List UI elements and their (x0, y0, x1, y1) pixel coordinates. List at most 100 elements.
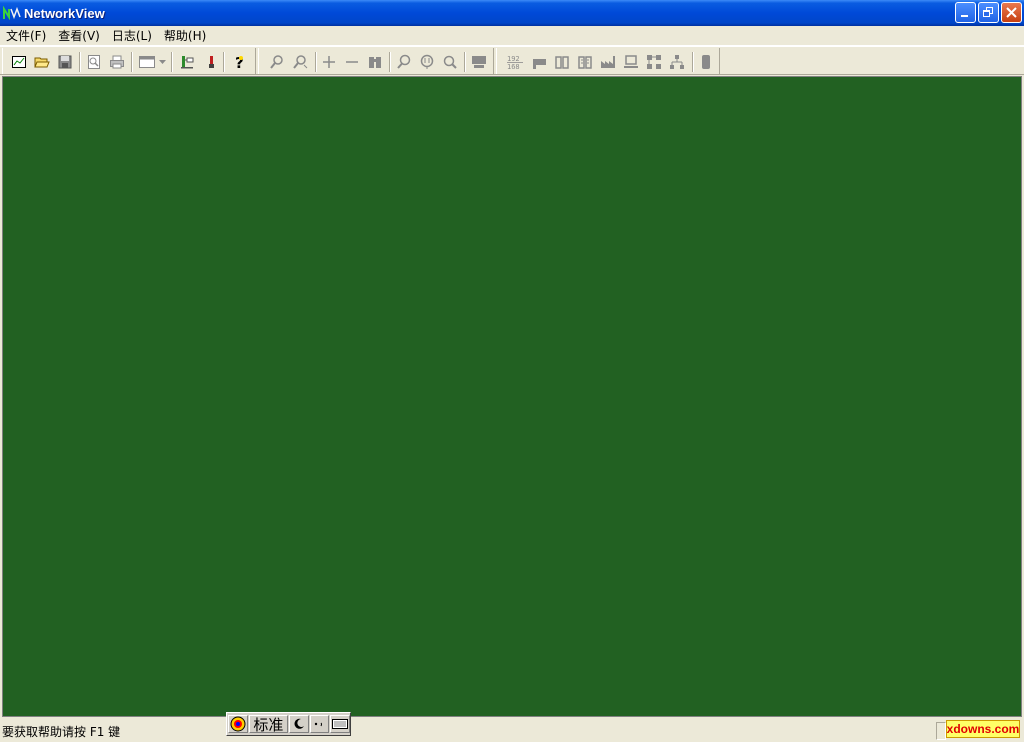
toolbar-separator (464, 52, 466, 72)
restore-icon (983, 7, 993, 17)
status-bar: 要获取帮助请按 F1 键 (0, 719, 1024, 742)
zoom-fit-icon (443, 55, 457, 69)
svg-text:?: ? (235, 54, 244, 70)
factory-icon (601, 56, 615, 68)
ime-halfwidth-button[interactable] (288, 715, 309, 733)
book-edit-button[interactable] (575, 52, 595, 72)
new-map-icon (12, 56, 26, 68)
print-button[interactable] (107, 52, 127, 72)
help-icon: ? (235, 54, 244, 70)
toolbar-separator (223, 52, 225, 72)
restore-button[interactable] (978, 2, 999, 23)
book-edit-icon (578, 56, 592, 69)
close-icon (1006, 7, 1017, 18)
window-title: NetworkView (24, 5, 105, 21)
open-button[interactable] (32, 52, 52, 72)
toolbar-band-main: ? (2, 48, 256, 74)
print-icon (110, 55, 124, 69)
ime-mode-label[interactable]: 标准 (248, 715, 288, 734)
help-button[interactable]: ? (229, 52, 249, 72)
network-node-icon (181, 56, 194, 69)
menu-help[interactable]: 帮助(H) (158, 27, 212, 44)
discover-button[interactable] (201, 52, 221, 72)
topology-icon (647, 55, 661, 69)
open-folder-icon (34, 57, 50, 68)
moon-icon (294, 718, 304, 729)
zoom-fit-button[interactable] (440, 52, 460, 72)
ip-address-button[interactable]: 192 168 (505, 52, 527, 72)
server-icon (472, 56, 486, 68)
ip-address-icon: 192 168 (507, 55, 523, 70)
binoculars-icon (369, 57, 381, 68)
ime-toolbar: 标准 (226, 712, 351, 736)
zoom-out-button[interactable] (290, 52, 310, 72)
punctuation-icon (315, 722, 323, 727)
window-layout-dropdown[interactable] (157, 52, 167, 72)
computer-icon (624, 55, 638, 68)
toolbar-band-objects: 192 168 (496, 48, 720, 74)
topology-button[interactable] (644, 52, 664, 72)
toolbar-separator (389, 52, 391, 72)
host-icon (533, 59, 546, 69)
keyboard-icon (332, 719, 349, 729)
ime-logo-button[interactable] (228, 715, 248, 733)
device-button[interactable] (696, 52, 716, 72)
zoom-out-icon (293, 55, 308, 69)
status-pane (936, 722, 946, 740)
zoom-in-icon (270, 55, 283, 69)
toolbar-separator (315, 52, 317, 72)
svg-text:168: 168 (507, 63, 520, 70)
search-icon (397, 54, 411, 69)
toolbar-separator (171, 52, 173, 72)
ping-icon (420, 54, 434, 69)
network-tree-button[interactable] (667, 52, 687, 72)
minimize-icon (961, 15, 968, 17)
menu-file[interactable]: 文件(F) (0, 27, 52, 44)
dropdown-arrow-icon (158, 60, 166, 64)
minimize-button[interactable] (955, 2, 976, 23)
book-button[interactable] (552, 52, 572, 72)
save-button[interactable] (55, 52, 75, 72)
zoom-in-button[interactable] (267, 52, 287, 72)
close-button[interactable] (1001, 2, 1022, 23)
app-window: NetworkView 文件(F) 查看(V) 日志(L) 帮助(H) ? 19… (0, 0, 1024, 742)
host-button[interactable] (529, 52, 549, 72)
window-layout-button[interactable] (137, 52, 157, 72)
remove-icon (346, 61, 358, 63)
new-map-button[interactable] (9, 52, 29, 72)
ime-punctuation-button[interactable] (309, 715, 330, 733)
device-icon (702, 55, 710, 69)
add-button[interactable] (319, 52, 339, 72)
menu-log[interactable]: 日志(L) (106, 27, 158, 44)
add-icon (323, 56, 335, 68)
status-help-text: 要获取帮助请按 F1 键 (2, 725, 121, 739)
toolbar-band-view (258, 48, 494, 74)
print-preview-button[interactable] (84, 52, 104, 72)
factory-button[interactable] (598, 52, 618, 72)
search-button[interactable] (394, 52, 414, 72)
node-properties-button[interactable] (177, 52, 197, 72)
ime-logo-icon (230, 716, 246, 732)
menu-bar: 文件(F) 查看(V) 日志(L) 帮助(H) (0, 26, 1024, 46)
remove-button[interactable] (342, 52, 362, 72)
discover-icon (209, 56, 214, 68)
ping-button[interactable] (417, 52, 437, 72)
network-tree-icon (670, 55, 684, 69)
server-button[interactable] (469, 52, 489, 72)
networkview-app-icon (3, 5, 21, 21)
network-map-canvas[interactable] (2, 76, 1022, 717)
toolbar-separator (131, 52, 133, 72)
find-button[interactable] (365, 52, 385, 72)
menu-view[interactable]: 查看(V) (52, 27, 106, 44)
title-bar[interactable]: NetworkView (0, 0, 1024, 26)
svg-text:192: 192 (507, 55, 520, 63)
computer-button[interactable] (621, 52, 641, 72)
toolbar-separator (79, 52, 81, 72)
save-icon (58, 55, 72, 69)
ime-keyboard-button[interactable] (330, 715, 350, 733)
toolbar: ? 192 168 (0, 46, 1024, 75)
book-icon (555, 56, 569, 69)
watermark-badge: xdowns.com (946, 720, 1020, 738)
toolbar-separator (692, 52, 694, 72)
print-preview-icon (88, 55, 100, 69)
